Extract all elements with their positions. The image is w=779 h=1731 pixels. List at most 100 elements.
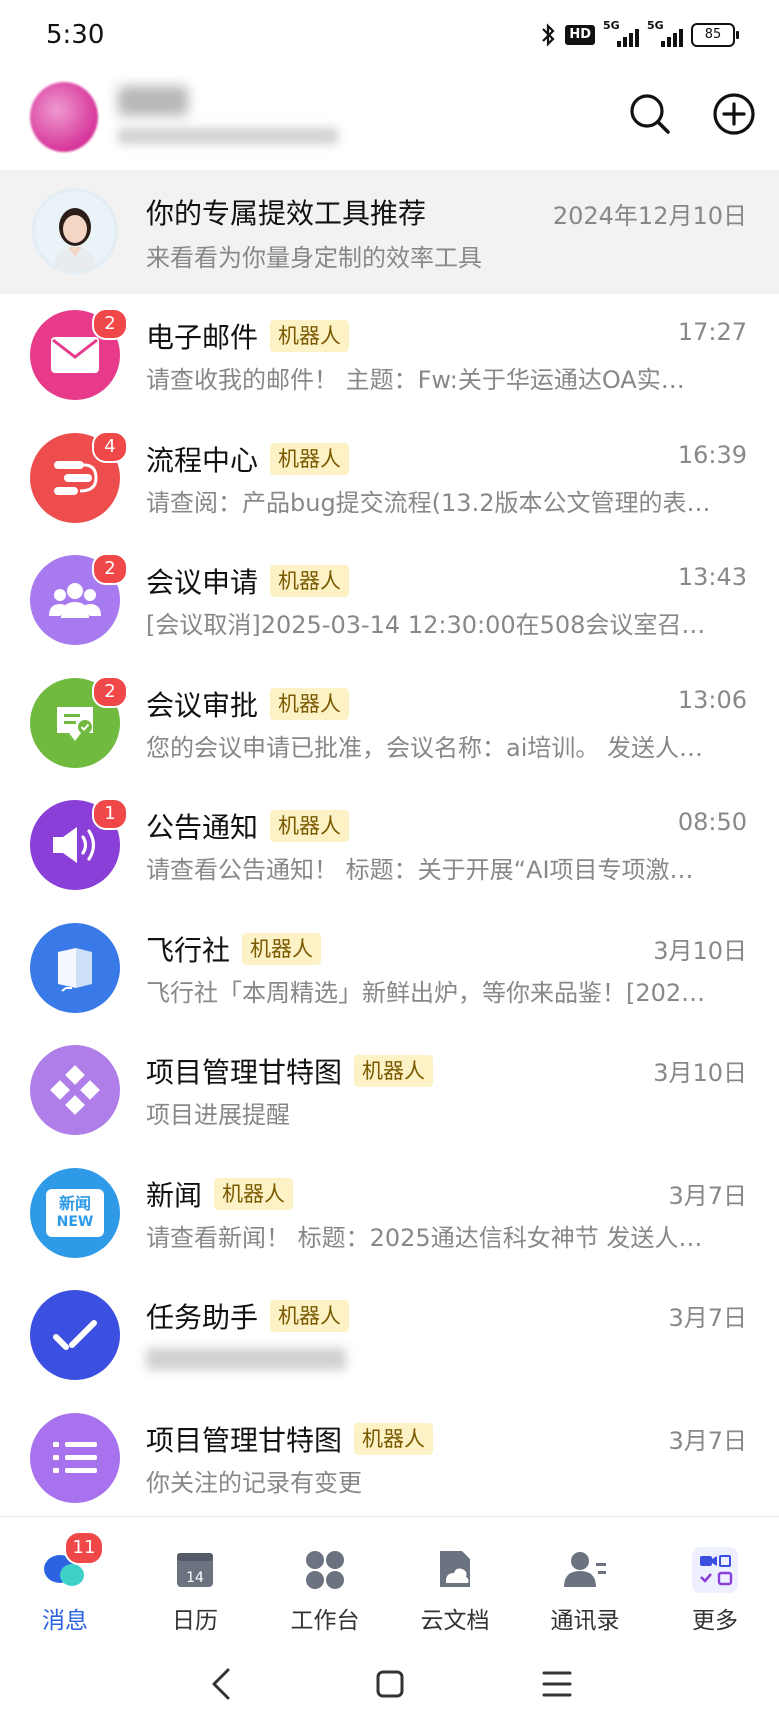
conversation-time: 3月10日 [653, 1059, 747, 1087]
conversation-preview: 请查阅：产品bug提交流程(13.2版本公文管理的表… [146, 488, 711, 517]
back-icon[interactable] [200, 1662, 244, 1706]
tab-cloud-docs[interactable]: 云文档 [390, 1517, 520, 1645]
pinned-time: 2024年12月10日 [552, 202, 747, 230]
conversation-title: 公告通知 [146, 811, 259, 844]
tab-workbench[interactable]: 工作台 [260, 1517, 390, 1645]
robot-tag: 机器人 [354, 1055, 434, 1087]
app-header [0, 74, 779, 170]
robot-tag: 机器人 [354, 1422, 434, 1455]
robot-tag: 机器人 [270, 1300, 350, 1332]
calendar-icon: 14 [177, 1553, 213, 1587]
pinned-subtitle: 来看看为你量身定制的效率工具 [146, 244, 482, 272]
conversation-time: 13:06 [677, 685, 747, 714]
assistant-avatar [32, 188, 118, 274]
tab-contacts[interactable]: 通讯录 [520, 1517, 650, 1645]
tab-label: 日历 [172, 1608, 218, 1634]
signal-icon: 5G [603, 19, 639, 47]
unread-badge: 2 [92, 675, 128, 708]
conversation-title: 项目管理甘特图 [146, 1423, 343, 1457]
diamond-grid-icon [30, 1045, 120, 1135]
conversation-preview: 您的会议申请已批准，会议名称：ai培训。 发送人… [146, 733, 704, 762]
conversation-item[interactable]: 新闻 NEW 新闻 机器人 3月7日 请查看新闻！ 标题：2025通达信科女神节 … [0, 1152, 779, 1275]
tab-label: 通讯录 [550, 1608, 620, 1634]
conversation-item[interactable]: 1 公告通知 机器人 08:50 请查看公告通知！ 标题：关于开展“AI项目专项激… [0, 784, 779, 907]
conversation-time: 3月7日 [668, 1426, 747, 1455]
conversation-preview: 项目进展提醒 [146, 1101, 290, 1129]
org-name-redacted [118, 128, 338, 144]
news-icon-text-en: NEW [56, 1213, 94, 1230]
book-icon [30, 922, 120, 1013]
conversation-time: 17:27 [677, 318, 747, 346]
apps-grid-icon [306, 1551, 344, 1589]
cloud-doc-icon [440, 1551, 470, 1587]
conversation-item[interactable]: 飞行社 机器人 3月10日 飞行社「本周精选」新鲜出炉，等你来品鉴！[202… [0, 907, 779, 1030]
pinned-title: 你的专属提效工具推荐 [146, 197, 427, 230]
robot-tag: 机器人 [270, 320, 350, 352]
conversation-time: 3月7日 [668, 1304, 747, 1332]
tab-label: 消息 [42, 1608, 88, 1634]
conversation-title: 电子邮件 [146, 321, 259, 354]
pinned-conversation[interactable]: 你的专属提效工具推荐 来看看为你量身定制的效率工具 2024年12月10日 [0, 170, 779, 294]
robot-tag: 机器人 [214, 1177, 294, 1210]
conversation-item[interactable]: 2 电子邮件 机器人 17:27 请查收我的邮件！ 主题：Fw:关于华运通达OA实… [0, 294, 779, 417]
signal-icon-2: 5G [647, 19, 683, 47]
home-icon[interactable] [368, 1662, 412, 1706]
conversation-title: 新闻 [146, 1178, 203, 1212]
robot-tag: 机器人 [270, 565, 350, 597]
menu-icon[interactable] [535, 1662, 579, 1706]
status-icons: HD 5G 5G 85 [539, 19, 739, 50]
list-icon [30, 1412, 120, 1503]
conversation-title: 会议申请 [146, 566, 259, 599]
more-apps-icon [692, 1547, 738, 1593]
conversation-title: 飞行社 [146, 933, 231, 967]
news-icon-text: 新闻 [58, 1193, 91, 1213]
conversation-preview: 请查收我的邮件！ 主题：Fw:关于华运通达OA实… [146, 366, 685, 394]
conversation-time: 3月10日 [653, 936, 747, 965]
status-time: 5:30 [46, 20, 105, 50]
conversation-item[interactable]: 2 会议申请 机器人 13:43 [会议取消]2025-03-14 12:30:0… [0, 539, 779, 662]
robot-tag: 机器人 [242, 932, 322, 965]
messages-badge: 11 [64, 1531, 104, 1565]
unread-badge: 4 [92, 430, 128, 463]
conversation-title: 项目管理甘特图 [146, 1056, 343, 1089]
hd-icon: HD [565, 25, 595, 45]
plus-circle-icon[interactable] [710, 90, 758, 138]
bottom-nav: 11 消息 14 日历 工作台 云文档 通讯录 更多 [0, 1516, 779, 1645]
conversation-item[interactable]: 任务助手 机器人 3月7日 [0, 1274, 779, 1397]
conversation-title: 任务助手 [146, 1301, 259, 1334]
conversation-preview-redacted [146, 1348, 346, 1370]
conversation-list: 2 电子邮件 机器人 17:27 请查收我的邮件！ 主题：Fw:关于华运通达OA实… [0, 294, 779, 1519]
status-bar: 5:30 HD 5G 5G 85 [0, 0, 779, 74]
robot-tag: 机器人 [270, 810, 350, 842]
tab-label: 工作台 [290, 1608, 360, 1634]
robot-tag: 机器人 [270, 442, 350, 475]
bluetooth-icon [542, 23, 555, 47]
conversation-preview: 请查看公告通知！ 标题：关于开展“AI项目专项激… [146, 856, 694, 884]
unread-badge: 1 [92, 798, 128, 830]
tab-calendar[interactable]: 14 日历 [130, 1517, 260, 1645]
conversation-time: 13:43 [677, 563, 747, 591]
search-icon[interactable] [626, 90, 674, 138]
conversation-preview: [会议取消]2025-03-14 12:30:00在508会议室召… [146, 611, 706, 639]
contacts-icon [564, 1552, 606, 1587]
conversation-item[interactable]: 2 会议审批 机器人 13:06 您的会议申请已批准，会议名称：ai培训。 发送人… [0, 662, 779, 785]
tab-messages[interactable]: 11 消息 [0, 1517, 130, 1645]
conversation-item[interactable]: 项目管理甘特图 机器人 3月7日 你关注的记录有变更 [0, 1397, 779, 1520]
check-icon [30, 1290, 120, 1380]
conversation-time: 3月7日 [668, 1181, 747, 1210]
battery-level: 85 [691, 23, 735, 47]
user-avatar[interactable] [30, 82, 98, 152]
conversation-preview: 你关注的记录有变更 [146, 1468, 362, 1497]
calendar-day: 14 [186, 1570, 204, 1586]
tab-label: 更多 [692, 1608, 738, 1634]
conversation-item[interactable]: 项目管理甘特图 机器人 3月10日 项目进展提醒 [0, 1029, 779, 1152]
conversation-preview: 飞行社「本周精选」新鲜出炉，等你来品鉴！[202… [146, 978, 706, 1007]
system-nav-bar [0, 1644, 779, 1731]
tab-label: 云文档 [420, 1608, 490, 1634]
conversation-time: 08:50 [677, 808, 747, 836]
conversation-item[interactable]: 4 流程中心 机器人 16:39 请查阅：产品bug提交流程(13.2版本公文管理… [0, 417, 779, 540]
conversation-title: 流程中心 [146, 443, 259, 477]
unread-badge: 2 [92, 553, 128, 585]
battery-icon: 85 [691, 23, 739, 47]
tab-more[interactable]: 更多 [650, 1517, 779, 1645]
